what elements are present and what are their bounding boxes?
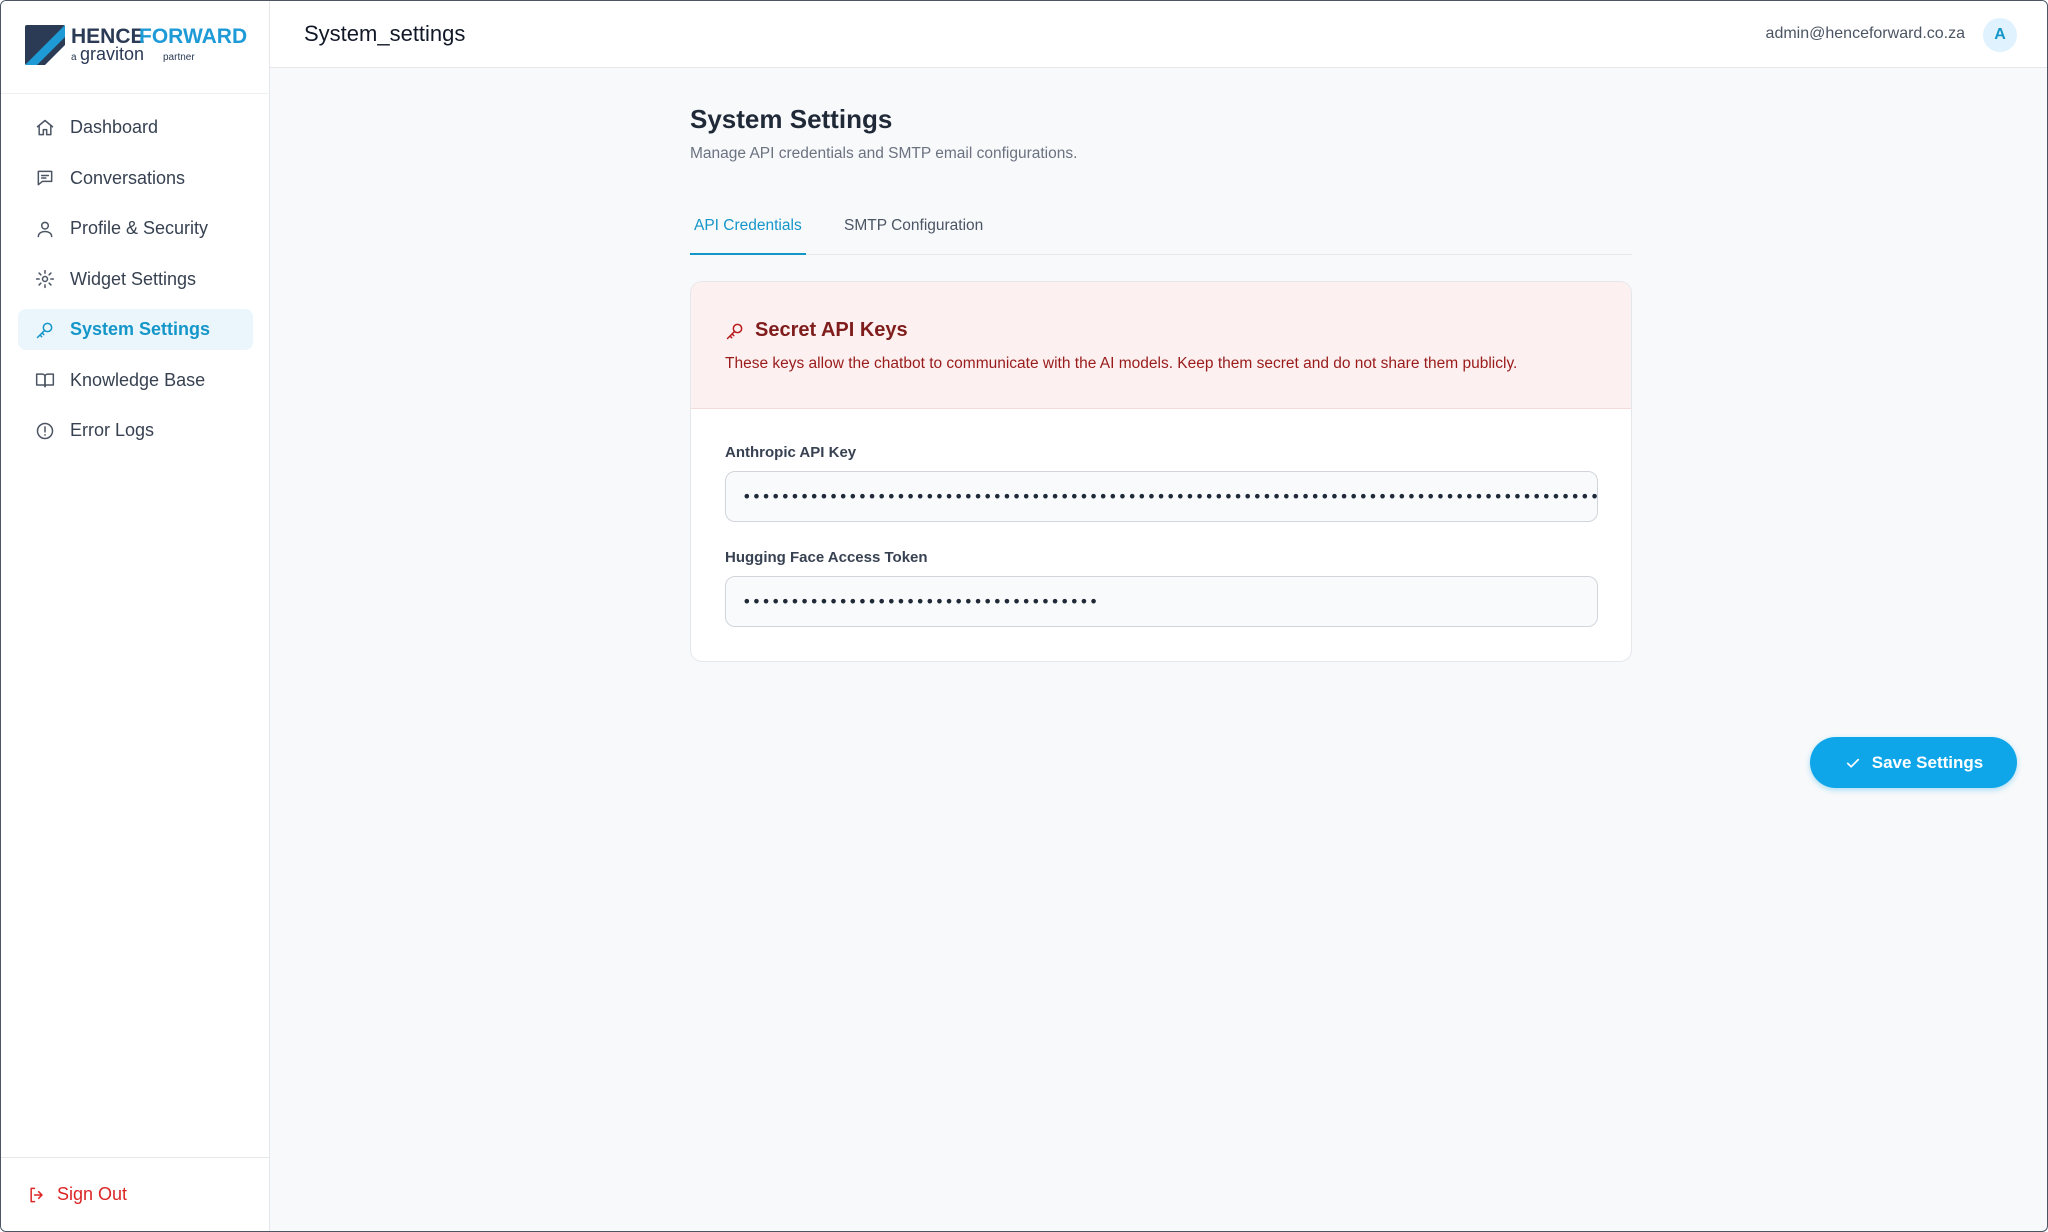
brand-tagline-suffix: partner — [163, 52, 195, 63]
save-settings-button[interactable]: Save Settings — [1810, 737, 2017, 788]
sidebar-item-conversations[interactable]: Conversations — [18, 158, 253, 199]
chat-icon — [35, 168, 55, 188]
sidebar-item-system-settings[interactable]: System Settings — [18, 309, 253, 350]
huggingface-token-input[interactable]: ••••••••••••••••••••••••••••••••••••• — [725, 576, 1598, 627]
brand-tagline-prefix: a — [71, 52, 77, 63]
brand-name-part2: FORWARD — [139, 25, 247, 48]
key-icon — [35, 320, 55, 340]
app-window: HENCE FORWARD a graviton partner Dashboa… — [0, 0, 2048, 1232]
card-title-text: Secret API Keys — [755, 319, 908, 341]
save-settings-label: Save Settings — [1871, 752, 1984, 772]
sidebar-footer-divider — [1, 1157, 270, 1158]
sidebar: HENCE FORWARD a graviton partner Dashboa… — [1, 1, 270, 1231]
sidebar-item-label: Profile & Security — [70, 218, 209, 238]
top-header: System_settings admin@henceforward.co.za… — [270, 1, 2047, 68]
sidebar-item-label: Conversations — [70, 167, 186, 188]
sidebar-item-dashboard[interactable]: Dashboard — [18, 107, 253, 148]
page-title: System_settings — [304, 21, 466, 46]
sidebar-item-knowledge-base[interactable]: Knowledge Base — [18, 360, 253, 401]
anthropic-key-input[interactable]: ••••••••••••••••••••••••••••••••••••••••… — [725, 471, 1598, 522]
key-icon — [726, 323, 743, 339]
sidebar-item-profile-security[interactable]: Profile & Security — [18, 208, 253, 249]
sidebar-item-label: Widget Settings — [70, 268, 197, 289]
user-email: admin@henceforward.co.za — [1765, 25, 1965, 42]
home-icon — [35, 118, 55, 138]
tab-api-credentials[interactable]: API Credentials — [690, 217, 806, 255]
sidebar-item-label: Error Logs — [70, 420, 155, 440]
logo-divider — [1, 93, 270, 94]
check-icon — [1846, 758, 1859, 768]
section-subtitle: Manage API credentials and SMTP email co… — [690, 145, 1078, 162]
sidebar-item-label: Knowledge Base — [70, 369, 206, 390]
card-description: These keys allow the chatbot to communic… — [725, 355, 1518, 372]
book-icon — [35, 370, 55, 390]
user-icon — [35, 219, 55, 239]
sign-out-button[interactable]: Sign Out — [27, 1184, 127, 1205]
brand-logo: HENCE FORWARD a graviton partner — [25, 23, 247, 73]
avatar[interactable]: A — [1983, 18, 2017, 52]
settings-tabs: API Credentials SMTP Configuration — [690, 211, 1632, 255]
brand-tagline-brand: graviton — [80, 44, 144, 64]
sign-out-icon — [30, 1187, 43, 1202]
section-title: System Settings — [690, 104, 893, 134]
card-title: Secret API Keys — [725, 319, 908, 342]
huggingface-token-label: Hugging Face Access Token — [725, 549, 928, 566]
sidebar-item-widget-settings[interactable]: Widget Settings — [18, 259, 253, 300]
anthropic-key-label: Anthropic API Key — [725, 444, 857, 461]
gear-icon — [35, 269, 55, 289]
sidebar-nav: Dashboard Conversations Profile & Securi… — [18, 107, 253, 461]
tab-smtp-configuration[interactable]: SMTP Configuration — [844, 217, 983, 255]
sign-out-label: Sign Out — [57, 1184, 128, 1204]
api-keys-card: Secret API Keys These keys allow the cha… — [690, 281, 1632, 662]
api-keys-warning: Secret API Keys These keys allow the cha… — [691, 282, 1631, 409]
sidebar-item-label: Dashboard — [70, 117, 159, 137]
sidebar-item-error-logs[interactable]: Error Logs — [18, 410, 253, 451]
alert-circle-icon — [35, 421, 55, 441]
sidebar-item-label: System Settings — [70, 319, 211, 339]
